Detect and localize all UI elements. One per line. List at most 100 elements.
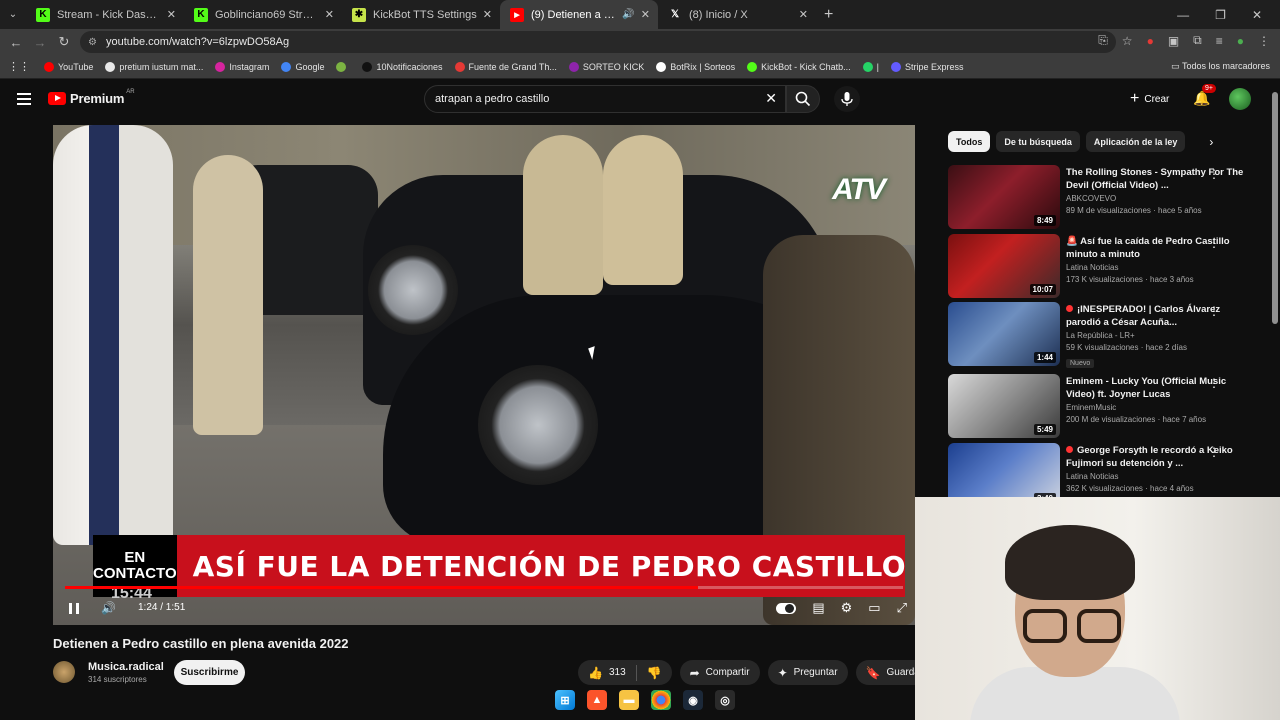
- menu-icon[interactable]: [17, 93, 31, 105]
- video-thumbnail[interactable]: 8:49: [948, 165, 1060, 229]
- file-explorer-icon[interactable]: ▬: [619, 690, 639, 710]
- bookmark-item[interactable]: KickBot - Kick Chatb...: [747, 61, 851, 72]
- search-button[interactable]: [786, 85, 820, 113]
- browser-menu-icon[interactable]: ⋮: [1258, 34, 1270, 48]
- media-control-icon[interactable]: ≡: [1216, 34, 1223, 48]
- recommendation-item[interactable]: 5:49 Eminem - Lucky You (Official Music …: [948, 374, 1263, 438]
- extensions-puzzle-icon[interactable]: ⧉: [1193, 33, 1202, 48]
- rec-title[interactable]: ¡INESPERADO! | Carlos Álvarez parodió a …: [1066, 304, 1220, 328]
- rec-channel[interactable]: Latina Noticias: [1066, 263, 1246, 272]
- account-avatar[interactable]: [1229, 88, 1251, 110]
- rec-channel[interactable]: La República - LR+: [1066, 331, 1246, 340]
- forward-icon[interactable]: →: [28, 35, 52, 50]
- bookmark-item[interactable]: Fuente de Grand Th...: [454, 61, 557, 72]
- channel-name[interactable]: Musica.radical: [88, 661, 164, 673]
- voice-search-button[interactable]: [834, 86, 860, 112]
- bookmark-item[interactable]: [336, 61, 350, 72]
- close-tab-icon[interactable]: ✕: [167, 8, 176, 21]
- page-scrollbar[interactable]: [1272, 92, 1278, 324]
- more-options-icon[interactable]: ⋮: [1208, 445, 1220, 459]
- subtitles-icon[interactable]: ▤: [812, 600, 824, 616]
- url-field[interactable]: ⚙ youtube.com/watch?v=6lzpwDO58Ag: [80, 31, 1116, 53]
- apps-grid-icon[interactable]: ⋮⋮: [8, 60, 30, 73]
- settings-gear-icon[interactable]: ⚙: [841, 600, 853, 616]
- rec-channel[interactable]: EminemMusic: [1066, 403, 1246, 412]
- thumbs-down-icon[interactable]: 👎: [647, 666, 662, 680]
- new-tab-button[interactable]: +: [824, 6, 833, 24]
- channel-avatar[interactable]: [53, 661, 75, 683]
- video-thumbnail[interactable]: 10:07: [948, 234, 1060, 298]
- video-player[interactable]: ATV EN CONTACTO ASÍ FUE LA DETENCIÓN DE …: [53, 125, 915, 625]
- rec-channel[interactable]: ABKCOVEVO: [1066, 194, 1246, 203]
- fullscreen-icon[interactable]: ⤢: [897, 600, 907, 616]
- rec-channel[interactable]: Latina Noticias: [1066, 472, 1246, 481]
- profile-icon[interactable]: ●: [1237, 34, 1244, 48]
- obs-icon[interactable]: ◎: [715, 690, 735, 710]
- autoplay-toggle[interactable]: [776, 602, 797, 614]
- reload-icon[interactable]: ↻: [52, 34, 76, 50]
- pause-icon[interactable]: [69, 603, 79, 614]
- theater-mode-icon[interactable]: ▭: [868, 600, 880, 616]
- bookmark-item[interactable]: |: [862, 61, 879, 72]
- bookmark-item[interactable]: Instagram: [215, 61, 269, 72]
- bookmark-item[interactable]: 10Notificaciones: [362, 61, 443, 72]
- video-progress-bar[interactable]: [65, 586, 903, 589]
- close-tab-icon[interactable]: ✕: [325, 8, 334, 21]
- browser-tab-active[interactable]: ▶ (9) Detienen a Pedro castillo 🔊 ✕: [500, 0, 658, 29]
- recommendation-item[interactable]: 8:49 The Rolling Stones - Sympathy For T…: [948, 165, 1263, 229]
- clear-search-icon[interactable]: ✕: [765, 90, 777, 107]
- close-tab-icon[interactable]: ✕: [799, 8, 808, 21]
- rec-title[interactable]: Así fue la caída de Pedro Castillo minut…: [1066, 236, 1230, 260]
- extension-icon[interactable]: ▣: [1168, 34, 1179, 48]
- share-button[interactable]: ➦ Compartir: [679, 660, 760, 685]
- video-thumbnail[interactable]: 1:44: [948, 302, 1060, 366]
- ask-button[interactable]: ✦ Preguntar: [767, 660, 848, 685]
- bookmark-star-icon[interactable]: ☆: [1122, 34, 1133, 48]
- close-tab-icon[interactable]: ✕: [483, 8, 492, 21]
- bookmark-item[interactable]: YouTube: [44, 61, 93, 72]
- more-options-icon[interactable]: ⋮: [1208, 167, 1220, 181]
- search-input[interactable]: atrapan a pedro castillo ✕: [424, 85, 786, 113]
- browser-tab[interactable]: K Goblinciano69 Stream - Watch ✕: [184, 0, 342, 29]
- chrome-icon[interactable]: [651, 690, 671, 710]
- thumbs-up-icon[interactable]: 👍: [588, 666, 603, 680]
- more-options-icon[interactable]: ⋮: [1208, 376, 1220, 390]
- windows-start-icon[interactable]: ⊞: [555, 690, 575, 710]
- bookmark-item[interactable]: Google: [281, 61, 324, 72]
- bookmark-item[interactable]: pretium iustum mat...: [105, 61, 203, 72]
- volume-icon[interactable]: 🔊: [101, 601, 116, 615]
- chip-from-search[interactable]: De tu búsqueda: [996, 131, 1080, 152]
- browser-tab[interactable]: 𝕏 (8) Inicio / X ✕: [658, 0, 816, 29]
- more-options-icon[interactable]: ⋮: [1208, 236, 1220, 250]
- create-button[interactable]: + Crear: [1122, 86, 1177, 112]
- subscribe-button[interactable]: Suscribirme: [174, 660, 245, 685]
- extension-icon[interactable]: ●: [1147, 34, 1154, 48]
- back-icon[interactable]: ←: [4, 35, 28, 50]
- all-bookmarks-folder[interactable]: ▭ Todos los marcadores: [1171, 61, 1270, 72]
- like-count[interactable]: 313: [609, 667, 626, 678]
- recommendation-item[interactable]: 1:44 ¡INESPERADO! | Carlos Álvarez parod…: [948, 302, 1263, 368]
- close-window-icon[interactable]: ✕: [1252, 8, 1262, 22]
- cast-icon[interactable]: ⎘: [1098, 33, 1108, 48]
- tab-search-button[interactable]: ⌄: [0, 2, 26, 28]
- steam-icon[interactable]: ◉: [683, 690, 703, 710]
- site-info-icon[interactable]: ⚙: [88, 37, 97, 48]
- notifications-button[interactable]: 🔔 9+: [1193, 84, 1216, 107]
- brave-icon[interactable]: ▲: [587, 690, 607, 710]
- chip-law-enforcement[interactable]: Aplicación de la ley: [1085, 131, 1186, 152]
- browser-tab[interactable]: K Stream - Kick Dashboard ✕: [26, 0, 184, 29]
- speaker-icon[interactable]: 🔊: [622, 9, 634, 20]
- recommendation-item[interactable]: 10:07 🚨 Así fue la caída de Pedro Castil…: [948, 234, 1263, 298]
- minimize-icon[interactable]: —: [1177, 8, 1189, 22]
- bookmark-item[interactable]: Stripe Express: [891, 61, 964, 72]
- maximize-icon[interactable]: ❐: [1215, 8, 1226, 22]
- video-thumbnail[interactable]: 5:49: [948, 374, 1060, 438]
- browser-tab[interactable]: ✱ KickBot TTS Settings ✕: [342, 0, 500, 29]
- bookmark-item[interactable]: BotRix | Sorteos: [656, 61, 735, 72]
- more-options-icon[interactable]: ⋮: [1208, 304, 1220, 318]
- chip-all[interactable]: Todos: [948, 131, 991, 152]
- bookmark-item[interactable]: SORTEO KICK: [568, 61, 644, 72]
- close-tab-icon[interactable]: ✕: [641, 8, 650, 21]
- chevron-right-icon[interactable]: ›: [1209, 135, 1213, 149]
- youtube-premium-logo[interactable]: Premium AR: [48, 89, 135, 106]
